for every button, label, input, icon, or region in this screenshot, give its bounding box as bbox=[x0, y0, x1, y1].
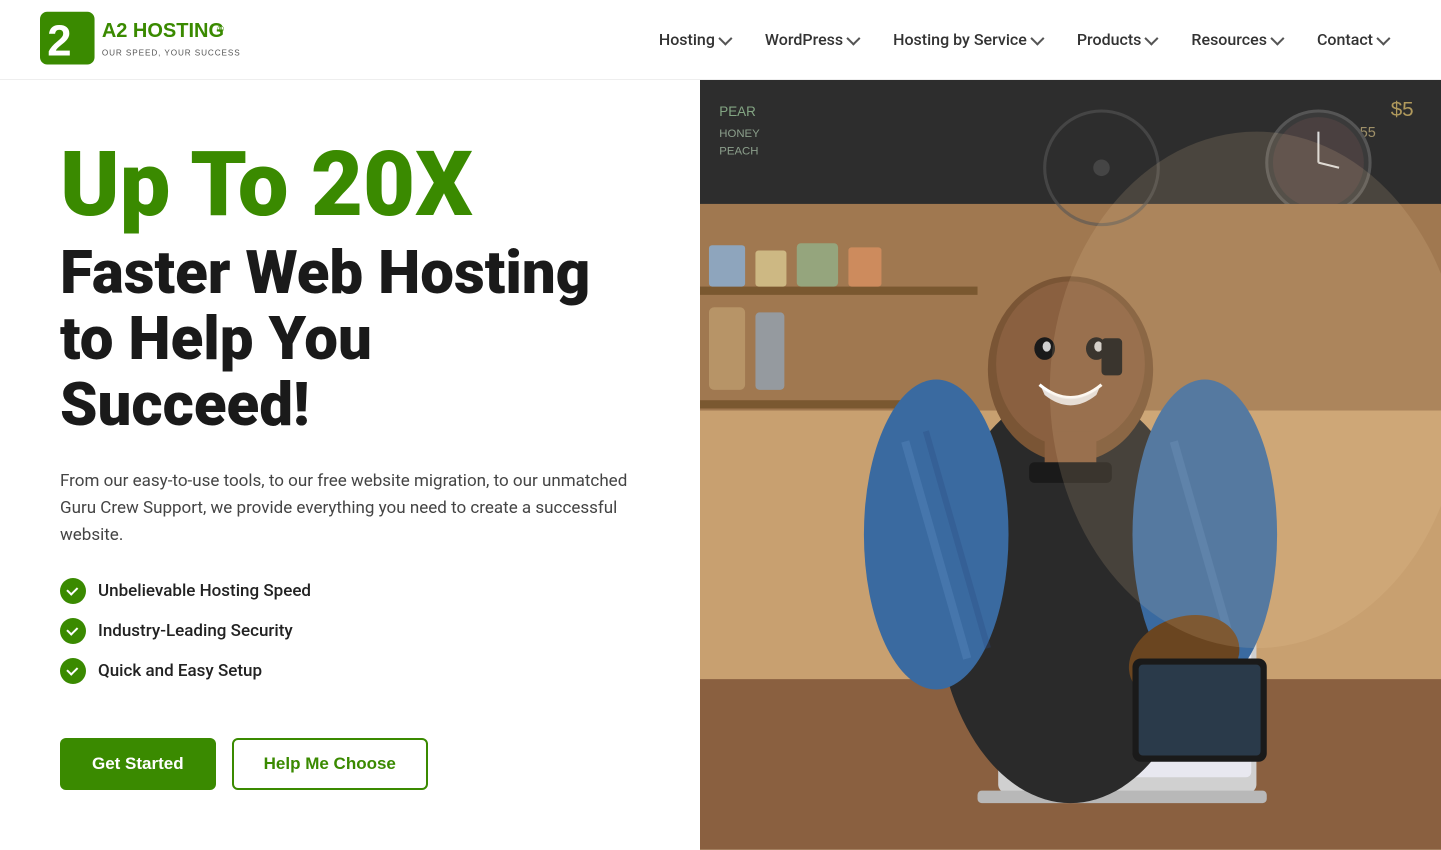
chevron-down-icon bbox=[1030, 31, 1044, 45]
nav-contact[interactable]: Contact bbox=[1303, 22, 1401, 57]
feature-item-speed: Unbelievable Hosting Speed bbox=[60, 578, 640, 604]
nav-hosting[interactable]: Hosting bbox=[645, 22, 743, 57]
svg-text:PEAR: PEAR bbox=[719, 104, 756, 119]
feature-item-setup: Quick and Easy Setup bbox=[60, 658, 640, 684]
check-icon bbox=[60, 578, 86, 604]
chevron-down-icon bbox=[1145, 31, 1159, 45]
chevron-down-icon bbox=[718, 31, 732, 45]
feature-item-security: Industry-Leading Security bbox=[60, 618, 640, 644]
main-nav: Hosting WordPress Hosting by Service Pro… bbox=[645, 22, 1401, 57]
svg-text:PEACH: PEACH bbox=[719, 145, 758, 157]
hero-content: Up To 20X Faster Web Hosting to Help You… bbox=[0, 80, 700, 850]
feature-list: Unbelievable Hosting Speed Industry-Lead… bbox=[60, 578, 640, 698]
hero-section: Up To 20X Faster Web Hosting to Help You… bbox=[0, 80, 1441, 850]
chevron-down-icon bbox=[1376, 31, 1390, 45]
check-icon bbox=[60, 658, 86, 684]
logo[interactable]: 2 A2 HOSTING ® OUR SPEED, YOUR SUCCESS bbox=[40, 10, 240, 70]
svg-text:A2 HOSTING: A2 HOSTING bbox=[102, 20, 224, 42]
hero-photo: PEAR HONEY PEACH $5 55 bbox=[700, 80, 1441, 850]
nav-wordpress[interactable]: WordPress bbox=[751, 22, 871, 57]
svg-text:HONEY: HONEY bbox=[719, 128, 760, 140]
svg-text:®: ® bbox=[217, 24, 224, 34]
hero-headline-dark: Faster Web Hosting to Help You Succeed! bbox=[60, 240, 640, 438]
nav-hosting-by-service[interactable]: Hosting by Service bbox=[879, 22, 1055, 57]
hero-headline-green: Up To 20X bbox=[60, 140, 640, 230]
logo-area[interactable]: 2 A2 HOSTING ® OUR SPEED, YOUR SUCCESS bbox=[40, 10, 240, 70]
hero-description: From our easy-to-use tools, to our free … bbox=[60, 468, 640, 550]
main-header: 2 A2 HOSTING ® OUR SPEED, YOUR SUCCESS H… bbox=[0, 0, 1441, 80]
svg-text:OUR SPEED, YOUR SUCCESS: OUR SPEED, YOUR SUCCESS bbox=[102, 48, 240, 57]
hero-image: PEAR HONEY PEACH $5 55 bbox=[700, 80, 1441, 850]
cta-buttons: Get Started Help Me Choose bbox=[60, 738, 640, 790]
svg-text:$5: $5 bbox=[1391, 98, 1414, 121]
svg-text:2: 2 bbox=[47, 17, 71, 65]
get-started-button[interactable]: Get Started bbox=[60, 738, 216, 790]
nav-resources[interactable]: Resources bbox=[1177, 22, 1295, 57]
chevron-down-icon bbox=[846, 31, 860, 45]
chevron-down-icon bbox=[1270, 31, 1284, 45]
check-icon bbox=[60, 618, 86, 644]
nav-products[interactable]: Products bbox=[1063, 22, 1170, 57]
help-me-choose-button[interactable]: Help Me Choose bbox=[232, 738, 428, 790]
